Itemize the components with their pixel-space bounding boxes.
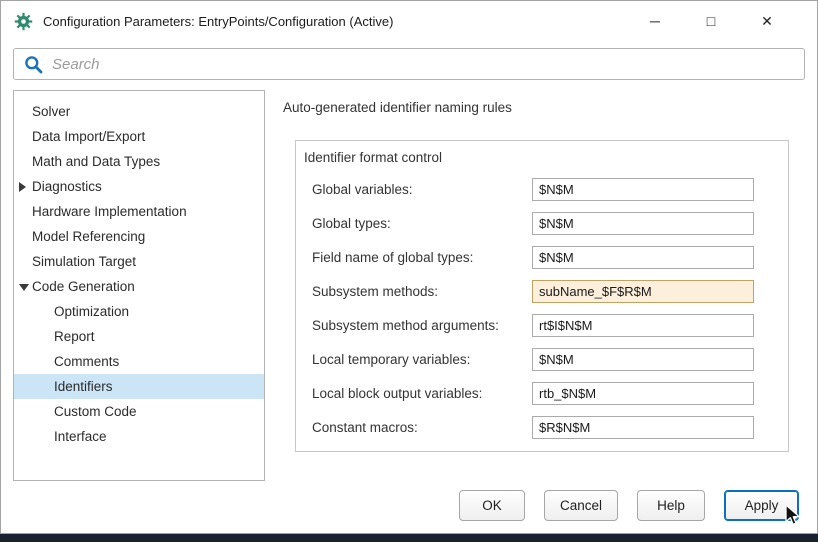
search-icon (24, 55, 43, 74)
sidebar-item-label: Code Generation (32, 279, 135, 294)
sidebar-item-solver[interactable]: Solver (14, 99, 264, 124)
sidebar-item-custom-code[interactable]: Custom Code (14, 399, 264, 424)
simulink-app-icon (14, 11, 34, 31)
search-input[interactable] (52, 55, 794, 73)
sidebar-item-label: Solver (32, 104, 71, 119)
configuration-parameters-dialog: Configuration Parameters: EntryPoints/Co… (0, 0, 818, 534)
ok-button[interactable]: OK (459, 490, 525, 521)
sidebar-item-identifiers[interactable]: Identifiers (14, 374, 264, 399)
global-types-input[interactable] (532, 212, 754, 235)
close-button[interactable]: ✕ (739, 1, 795, 41)
field-row: Subsystem method arguments: (312, 314, 754, 337)
global-variables-label: Global variables: (312, 182, 413, 197)
sidebar-item-diagnostics[interactable]: Diagnostics (14, 174, 264, 199)
sidebar-item-label: Comments (54, 354, 120, 369)
sidebar-item-report[interactable]: Report (14, 324, 264, 349)
field-row: Local temporary variables: (312, 348, 754, 371)
local-temporary-variables-input[interactable] (532, 348, 754, 371)
category-tree: Solver Data Import/Export Math and Data … (13, 90, 265, 481)
sidebar-item-optimization[interactable]: Optimization (14, 299, 264, 324)
field-row: Global types: (312, 212, 754, 235)
sidebar-item-code-generation[interactable]: Code Generation (14, 274, 264, 299)
bottom-strip (0, 534, 818, 542)
chevron-right-icon[interactable] (19, 181, 26, 192)
sidebar-item-label: Report (54, 329, 95, 344)
sidebar-item-label: Custom Code (54, 404, 137, 419)
subsystem-methods-label: Subsystem methods: (312, 284, 439, 299)
sidebar-item-label: Optimization (54, 304, 130, 319)
window-controls: ─ □ ✕ (627, 1, 795, 41)
local-block-output-variables-input[interactable] (532, 382, 754, 405)
title-bar: Configuration Parameters: EntryPoints/Co… (1, 1, 817, 41)
sidebar-item-model-referencing[interactable]: Model Referencing (14, 224, 264, 249)
sidebar-item-interface[interactable]: Interface (14, 424, 264, 449)
field-row: Constant macros: (312, 416, 754, 439)
sidebar-item-data-import-export[interactable]: Data Import/Export (14, 124, 264, 149)
field-row: Global variables: (312, 178, 754, 201)
sidebar-item-label: Model Referencing (32, 229, 146, 244)
field-row: Field name of global types: (312, 246, 754, 269)
local-temporary-variables-label: Local temporary variables: (312, 352, 471, 367)
constant-macros-label: Constant macros: (312, 420, 418, 435)
help-button[interactable]: Help (637, 490, 705, 521)
global-variables-input[interactable] (532, 178, 754, 201)
sidebar-item-label: Math and Data Types (32, 154, 161, 169)
main-panel: Auto-generated identifier naming rules I… (283, 90, 805, 481)
sidebar-item-math-and-data-types[interactable]: Math and Data Types (14, 149, 264, 174)
global-types-label: Global types: (312, 216, 391, 231)
sidebar-item-hardware-implementation[interactable]: Hardware Implementation (14, 199, 264, 224)
minimize-button[interactable]: ─ (627, 1, 683, 41)
maximize-button[interactable]: □ (683, 1, 739, 41)
subsystem-method-arguments-label: Subsystem method arguments: (312, 318, 499, 333)
field-row: Subsystem methods: (312, 280, 754, 303)
apply-button[interactable]: Apply (724, 490, 799, 521)
subsystem-methods-input[interactable] (532, 280, 754, 303)
panel-heading: Auto-generated identifier naming rules (283, 100, 512, 115)
search-bar[interactable] (13, 48, 805, 80)
sidebar-item-label: Interface (54, 429, 107, 444)
window-title: Configuration Parameters: EntryPoints/Co… (43, 13, 394, 29)
chevron-down-icon[interactable] (19, 283, 29, 291)
sidebar-item-label: Hardware Implementation (32, 204, 187, 219)
field-name-of-global-types-input[interactable] (532, 246, 754, 269)
sidebar-item-simulation-target[interactable]: Simulation Target (14, 249, 264, 274)
sidebar-item-comments[interactable]: Comments (14, 349, 264, 374)
cancel-button[interactable]: Cancel (544, 490, 618, 521)
sidebar-item-label: Diagnostics (32, 179, 102, 194)
group-title: Identifier format control (304, 150, 443, 165)
subsystem-method-arguments-input[interactable] (532, 314, 754, 337)
field-name-of-global-types-label: Field name of global types: (312, 250, 474, 265)
local-block-output-variables-label: Local block output variables: (312, 386, 483, 401)
sidebar-item-label: Identifiers (54, 379, 113, 394)
constant-macros-input[interactable] (532, 416, 754, 439)
identifier-format-control-group: Identifier format control Global variabl… (295, 140, 789, 452)
sidebar-item-label: Simulation Target (32, 254, 137, 269)
field-row: Local block output variables: (312, 382, 754, 405)
footer-buttons: OK Cancel Help Apply (459, 490, 799, 521)
sidebar-item-label: Data Import/Export (32, 129, 146, 144)
